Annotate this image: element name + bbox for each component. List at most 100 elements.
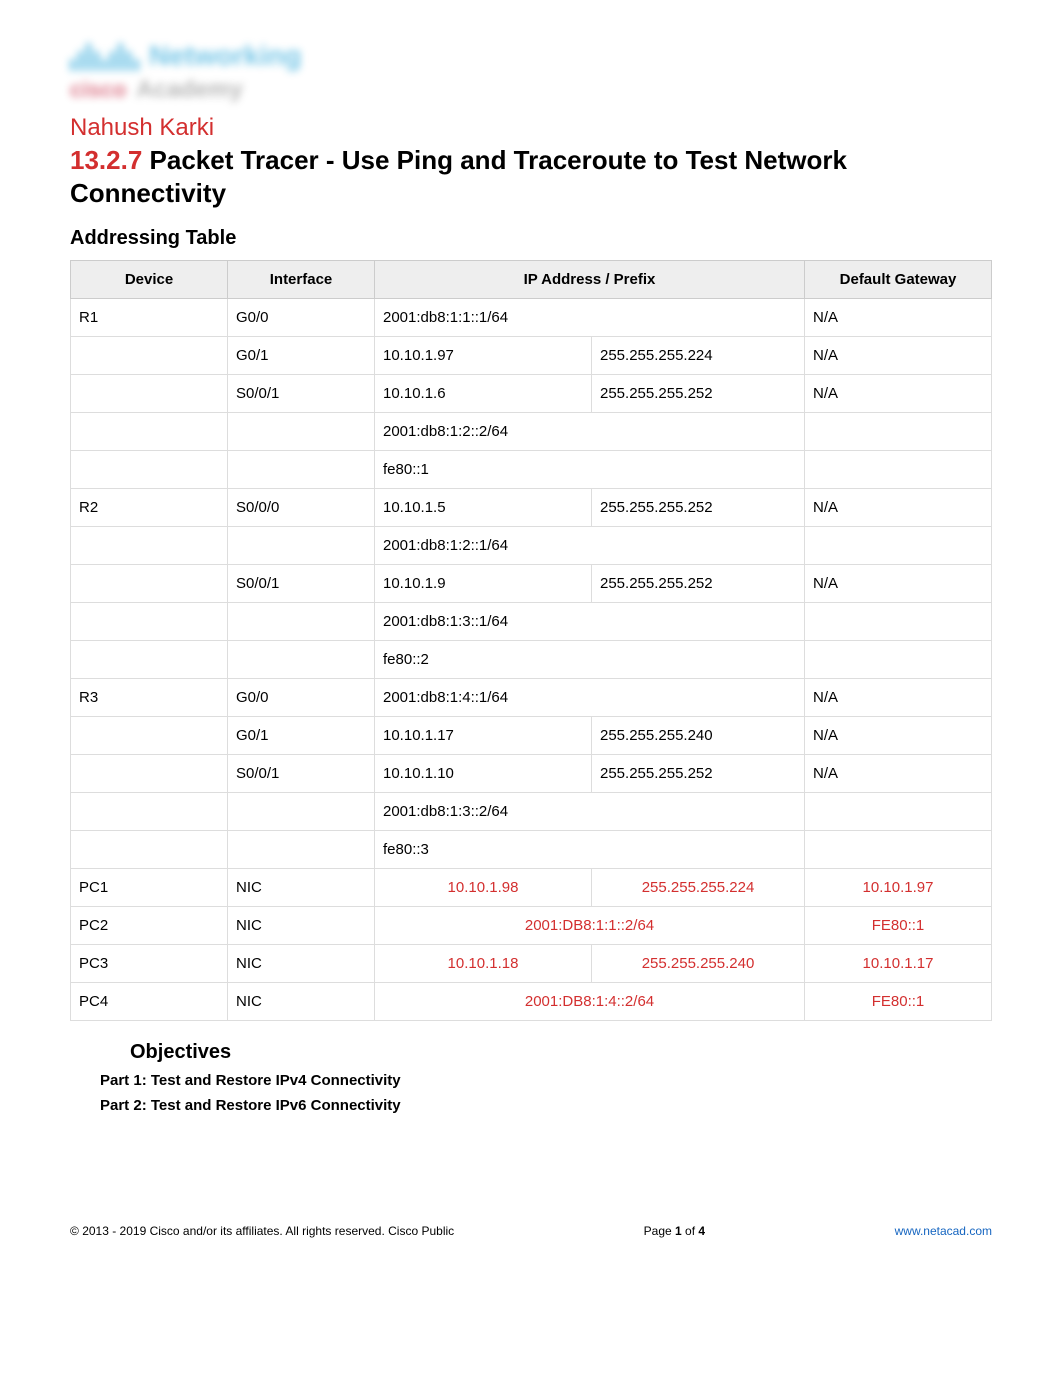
cell-ip: 2001:db8:1:3::1/64 — [375, 603, 805, 641]
document-title: 13.2.7 Packet Tracer - Use Ping and Trac… — [70, 144, 992, 209]
footer-page-num: 1 — [675, 1224, 682, 1238]
cell-gateway — [805, 793, 992, 831]
cell-device — [71, 831, 228, 869]
cell-ip: 10.10.1.9 — [375, 565, 592, 603]
cell-ip: 10.10.1.10 — [375, 755, 592, 793]
cell-device — [71, 603, 228, 641]
cell-gateway: N/A — [805, 337, 992, 375]
table-row: 2001:db8:1:2::2/64 — [71, 413, 992, 451]
cell-interface: G0/0 — [228, 679, 375, 717]
table-row: 2001:db8:1:3::1/64 — [71, 603, 992, 641]
footer-page-prefix: Page — [644, 1224, 675, 1238]
cell-device — [71, 527, 228, 565]
cell-device: R1 — [71, 299, 228, 337]
cell-device — [71, 375, 228, 413]
logo-line-2: Academy — [136, 76, 243, 104]
cell-interface: S0/0/1 — [228, 375, 375, 413]
footer-copyright: © 2013 - 2019 Cisco and/or its affiliate… — [70, 1224, 454, 1238]
objectives-heading: Objectives — [130, 1041, 992, 1064]
table-row: R2S0/0/010.10.1.5255.255.255.252N/A — [71, 489, 992, 527]
cell-interface — [228, 527, 375, 565]
footer-page: Page 1 of 4 — [644, 1224, 705, 1238]
cell-mask: 255.255.255.252 — [592, 375, 805, 413]
cell-device: PC4 — [71, 983, 228, 1021]
cell-mask: 255.255.255.252 — [592, 489, 805, 527]
cell-gateway — [805, 527, 992, 565]
cell-interface — [228, 451, 375, 489]
cell-ip: 10.10.1.97 — [375, 337, 592, 375]
cell-mask: 255.255.255.252 — [592, 565, 805, 603]
cell-gateway: 10.10.1.17 — [805, 945, 992, 983]
copyright-icon: © — [70, 1224, 79, 1238]
cell-interface: S0/0/1 — [228, 755, 375, 793]
col-interface: Interface — [228, 261, 375, 299]
cell-ip: 2001:DB8:1:4::2/64 — [375, 983, 805, 1021]
cell-gateway — [805, 831, 992, 869]
table-row: PC2NIC2001:DB8:1:1::2/64FE80::1 — [71, 907, 992, 945]
cell-gateway: N/A — [805, 565, 992, 603]
title-text: Packet Tracer - Use Ping and Traceroute … — [70, 145, 847, 208]
table-row: 2001:db8:1:3::2/64 — [71, 793, 992, 831]
cell-gateway: N/A — [805, 679, 992, 717]
cell-ip: 10.10.1.98 — [375, 869, 592, 907]
col-device: Device — [71, 261, 228, 299]
cell-gateway: N/A — [805, 299, 992, 337]
table-header-row: Device Interface IP Address / Prefix Def… — [71, 261, 992, 299]
table-row: 2001:db8:1:2::1/64 — [71, 527, 992, 565]
cell-mask: 255.255.255.240 — [592, 717, 805, 755]
cell-device: PC3 — [71, 945, 228, 983]
cell-gateway: FE80::1 — [805, 907, 992, 945]
cell-gateway: 10.10.1.97 — [805, 869, 992, 907]
cisco-bars-icon — [70, 41, 139, 71]
addressing-table: Device Interface IP Address / Prefix Def… — [70, 260, 992, 1021]
cell-mask: 255.255.255.240 — [592, 945, 805, 983]
logo-cisco: cisco — [70, 77, 126, 103]
cell-device — [71, 565, 228, 603]
cell-ip: 2001:DB8:1:1::2/64 — [375, 907, 805, 945]
cell-device — [71, 337, 228, 375]
table-row: R1G0/02001:db8:1:1::1/64N/A — [71, 299, 992, 337]
col-gateway: Default Gateway — [805, 261, 992, 299]
cell-interface — [228, 413, 375, 451]
table-row: PC3NIC10.10.1.18255.255.255.24010.10.1.1… — [71, 945, 992, 983]
cell-gateway — [805, 603, 992, 641]
cell-ip: 10.10.1.5 — [375, 489, 592, 527]
cell-gateway: N/A — [805, 717, 992, 755]
footer-page-of: of — [682, 1224, 699, 1238]
cell-interface: G0/1 — [228, 717, 375, 755]
cell-device — [71, 641, 228, 679]
table-row: S0/0/110.10.1.10255.255.255.252N/A — [71, 755, 992, 793]
cell-interface: NIC — [228, 983, 375, 1021]
footer-link: www.netacad.com — [895, 1224, 992, 1238]
cell-ip: 2001:db8:1:1::1/64 — [375, 299, 805, 337]
objectives-part-1: Part 1: Test and Restore IPv4 Connectivi… — [100, 1072, 992, 1089]
cell-ip: 10.10.1.17 — [375, 717, 592, 755]
cell-interface: S0/0/1 — [228, 565, 375, 603]
table-row: fe80::3 — [71, 831, 992, 869]
cell-device — [71, 793, 228, 831]
table-row: fe80::2 — [71, 641, 992, 679]
table-row: S0/0/110.10.1.9255.255.255.252N/A — [71, 565, 992, 603]
addressing-table-heading: Addressing Table — [70, 227, 992, 250]
cell-ip: 2001:db8:1:4::1/64 — [375, 679, 805, 717]
table-row: fe80::1 — [71, 451, 992, 489]
cell-gateway — [805, 451, 992, 489]
cell-device: PC2 — [71, 907, 228, 945]
cell-ip: fe80::3 — [375, 831, 805, 869]
cell-device — [71, 413, 228, 451]
table-row: G0/110.10.1.97255.255.255.224N/A — [71, 337, 992, 375]
cell-device — [71, 717, 228, 755]
logo-line-1: Networking — [149, 40, 301, 72]
cell-interface: G0/0 — [228, 299, 375, 337]
cell-gateway — [805, 641, 992, 679]
cell-interface: S0/0/0 — [228, 489, 375, 527]
page-footer: © 2013 - 2019 Cisco and/or its affiliate… — [70, 1224, 992, 1238]
cell-ip: fe80::1 — [375, 451, 805, 489]
cell-device — [71, 451, 228, 489]
author-name: Nahush Karki — [70, 114, 992, 142]
cell-gateway: N/A — [805, 755, 992, 793]
cell-interface — [228, 641, 375, 679]
table-row: G0/110.10.1.17255.255.255.240N/A — [71, 717, 992, 755]
cell-mask: 255.255.255.224 — [592, 337, 805, 375]
cell-gateway: FE80::1 — [805, 983, 992, 1021]
